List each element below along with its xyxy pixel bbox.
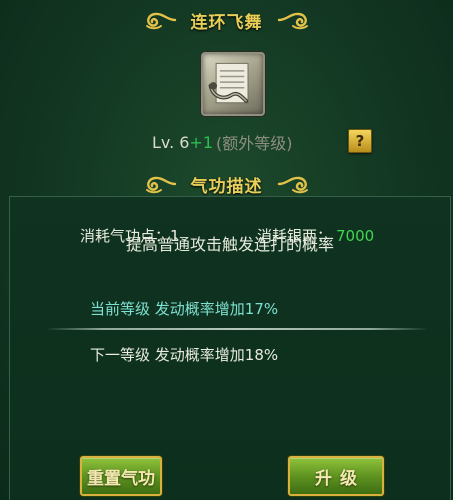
level-extra-label: (额外等级) [216, 134, 293, 153]
divider [46, 328, 428, 330]
level-value: 6 [179, 132, 190, 152]
next-level-effect: 下一等级 发动概率增加18% [90, 346, 279, 364]
qigong-cost-value: 1 [170, 227, 180, 245]
skill-description: 提高普通攻击触发连打的概率 [125, 235, 334, 254]
right-ornament-icon [277, 176, 308, 194]
help-button[interactable]: ? [348, 129, 372, 153]
skill-scroll-icon [201, 52, 265, 116]
left-ornament-icon [145, 176, 176, 194]
left-ornament-icon [145, 12, 176, 30]
right-ornament-icon [277, 12, 308, 30]
current-level-effect: 当前等级 发动概率增加17% [90, 300, 279, 318]
skill-level: Lv. 6 +1 (额外等级) [152, 130, 293, 154]
silver-cost: 消耗银两： 7000 [257, 225, 374, 246]
qigong-cost-label: 消耗气功点： [80, 227, 171, 245]
upgrade-button[interactable]: 升级 [288, 456, 384, 496]
level-label: Lv. [152, 132, 175, 152]
description-title: 气功描述 [190, 176, 263, 197]
skill-title-row: 连环飞舞 [0, 3, 453, 37]
silver-cost-value: 7000 [336, 227, 375, 245]
silver-cost-label: 消耗银两： [257, 227, 333, 245]
description-panel: 提高普通攻击触发连打的概率 当前等级 发动概率增加17% 下一等级 发动概率增加… [9, 196, 451, 500]
skill-title: 连环飞舞 [190, 12, 263, 33]
reset-qigong-button[interactable]: 重置气功 [80, 456, 162, 496]
qigong-cost: 消耗气功点：1 [80, 225, 180, 246]
level-bonus: +1 [189, 132, 214, 152]
